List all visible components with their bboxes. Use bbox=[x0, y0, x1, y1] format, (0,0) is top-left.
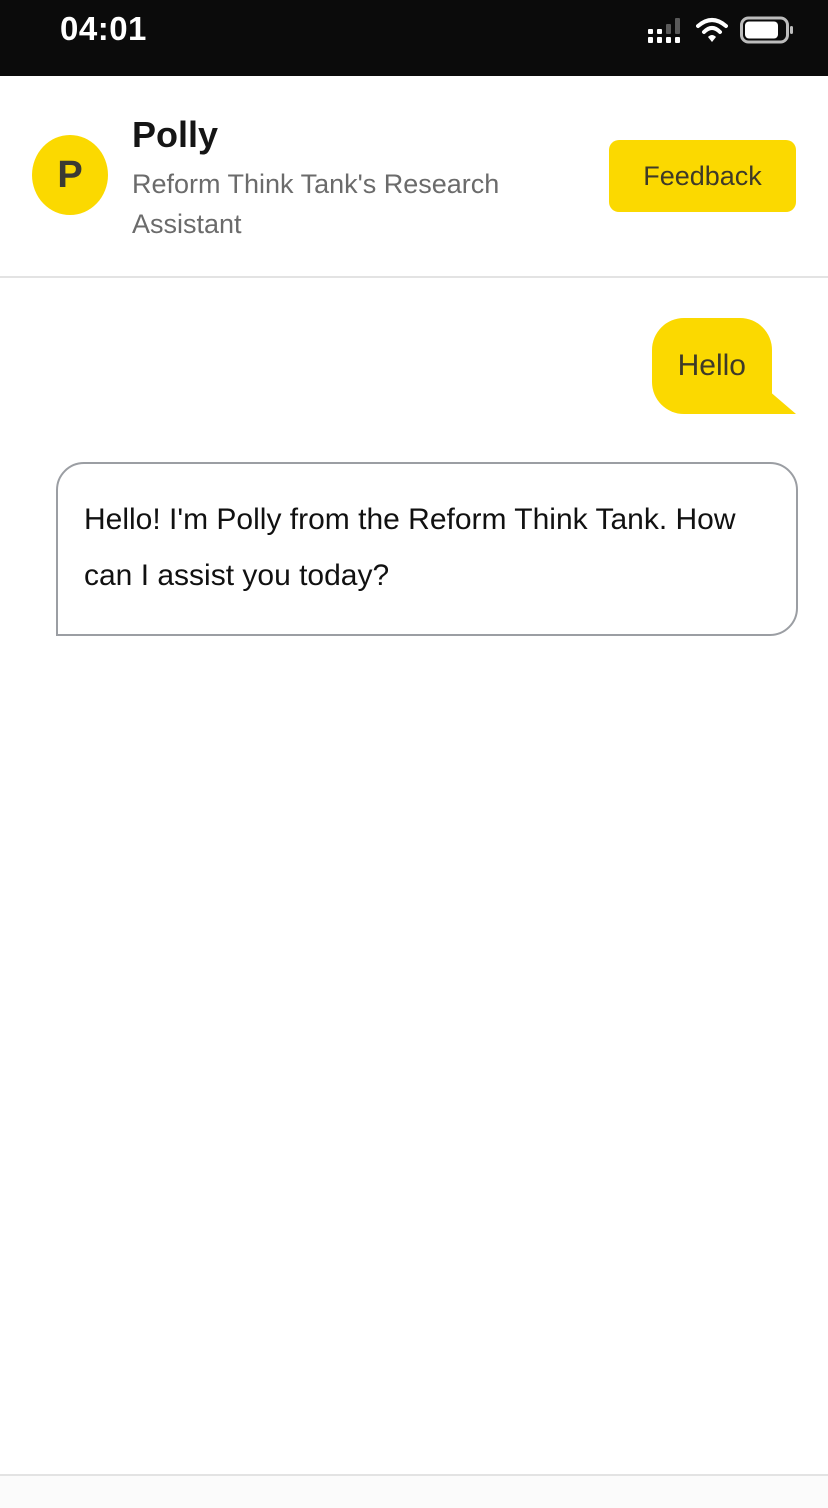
chat-header: P Polly Reform Think Tank's Research Ass… bbox=[0, 76, 828, 278]
bottom-bar bbox=[0, 1474, 828, 1508]
status-time: 04:01 bbox=[60, 10, 147, 47]
bot-message-bubble: Hello! I'm Polly from the Reform Think T… bbox=[56, 462, 798, 636]
bot-name: Polly bbox=[132, 114, 219, 155]
bot-subtitle: Reform Think Tank's Research Assistant bbox=[132, 169, 500, 239]
user-bubble-tail bbox=[768, 390, 796, 414]
signal-icon bbox=[648, 18, 680, 43]
battery-icon bbox=[740, 16, 793, 44]
chat-messages: Hello Hello! I'm Polly from the Reform T… bbox=[0, 278, 828, 1474]
avatar: P bbox=[32, 135, 108, 215]
status-icons bbox=[648, 16, 794, 44]
user-message-bubble: Hello bbox=[651, 318, 772, 414]
feedback-button[interactable]: Feedback bbox=[609, 140, 796, 212]
status-bar: 04:01 bbox=[0, 0, 828, 76]
wifi-icon bbox=[696, 18, 728, 42]
